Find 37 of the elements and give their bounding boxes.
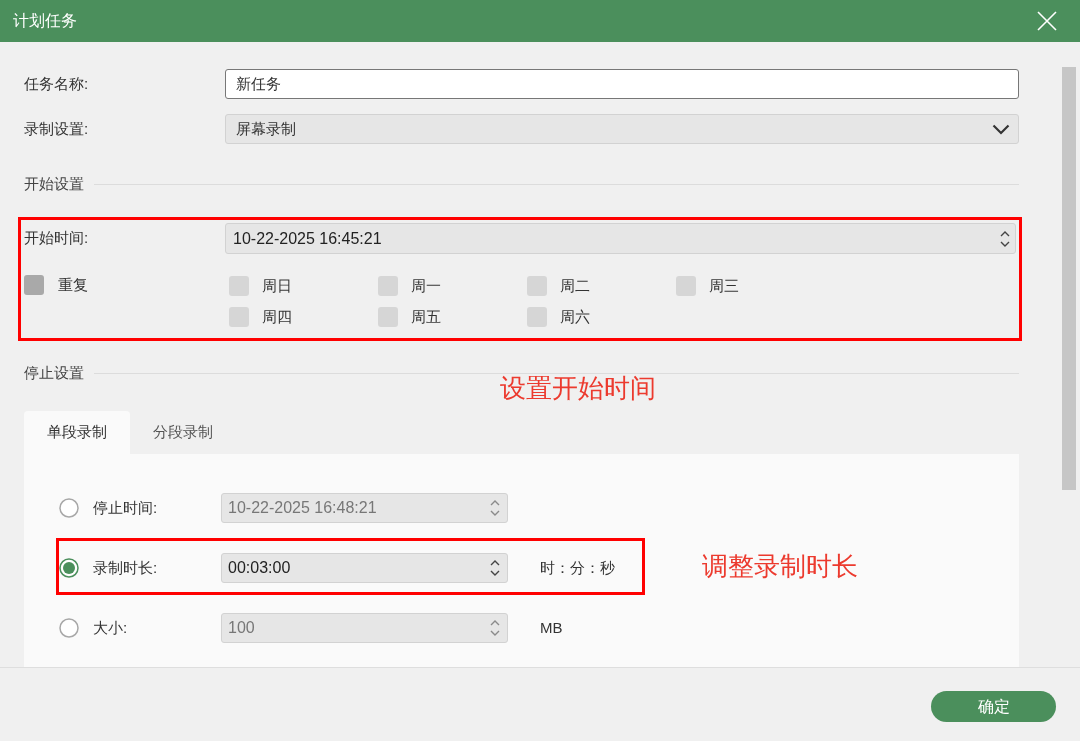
unit-label: MB xyxy=(540,617,563,638)
checkbox-label: 周日 xyxy=(262,275,292,296)
annotation-text: 调整录制时长 xyxy=(702,550,858,582)
section-heading: 停止设置 xyxy=(24,362,84,383)
checkbox-label: 周二 xyxy=(560,275,590,296)
confirm-button[interactable]: 确定 xyxy=(931,691,1056,722)
field-label: 录制设置: xyxy=(24,118,90,139)
option-label: 录制时长: xyxy=(93,557,159,578)
checkbox-label: 周一 xyxy=(411,275,441,296)
checkbox-label: 周五 xyxy=(411,306,441,327)
date-time-field[interactable]: 10-22-2025 16:45:21 xyxy=(225,223,1016,254)
radio-button[interactable] xyxy=(59,498,79,518)
field-label: 开始时间: xyxy=(24,228,90,249)
option-label: 停止时间: xyxy=(93,497,159,518)
checkbox-label: 周四 xyxy=(262,306,292,327)
scrollbar-thumb[interactable] xyxy=(1062,67,1076,490)
text-field[interactable]: 新任务 xyxy=(225,69,1019,99)
chevron-down-icon xyxy=(992,123,1010,135)
checkbox-label: 重复 xyxy=(58,274,88,295)
checkbox-label: 周六 xyxy=(560,306,590,327)
checkbox[interactable] xyxy=(24,275,44,295)
tab[interactable]: 单段录制 xyxy=(24,411,130,454)
spin-field[interactable]: 10-22-2025 16:48:21 xyxy=(221,493,508,523)
window-title: 计划任务 xyxy=(13,11,77,31)
close-icon[interactable] xyxy=(1037,11,1057,31)
checkbox-label: 周三 xyxy=(709,275,739,296)
radio-button[interactable] xyxy=(59,618,79,638)
spin-field[interactable]: 00:03:00 xyxy=(221,553,508,583)
tab[interactable]: 分段录制 xyxy=(130,411,236,454)
unit-label: 时：分：秒 xyxy=(540,557,615,578)
radio-button[interactable] xyxy=(59,558,79,578)
spin-field[interactable]: 100 xyxy=(221,613,508,643)
section-heading: 开始设置 xyxy=(24,173,84,194)
field-label: 任务名称: xyxy=(24,73,90,94)
annotation-text: 设置开始时间 xyxy=(500,372,656,404)
dropdown[interactable]: 屏幕录制 xyxy=(225,114,1019,144)
option-label: 大小: xyxy=(93,617,129,638)
